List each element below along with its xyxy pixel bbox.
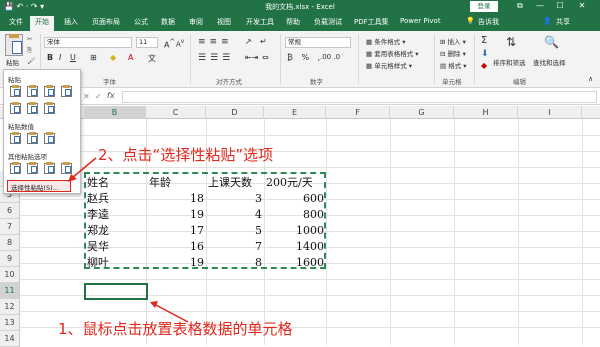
annotation-arrows [68, 157, 189, 323]
annotation-step-2: 2、点击“选择性粘贴”选项 [98, 146, 274, 164]
arrow-to-paste-special [71, 157, 97, 179]
arrow-head-cell-b11 [150, 301, 158, 308]
annotation-step-1: 1、鼠标点击放置表格数据的单元格 [58, 320, 293, 338]
